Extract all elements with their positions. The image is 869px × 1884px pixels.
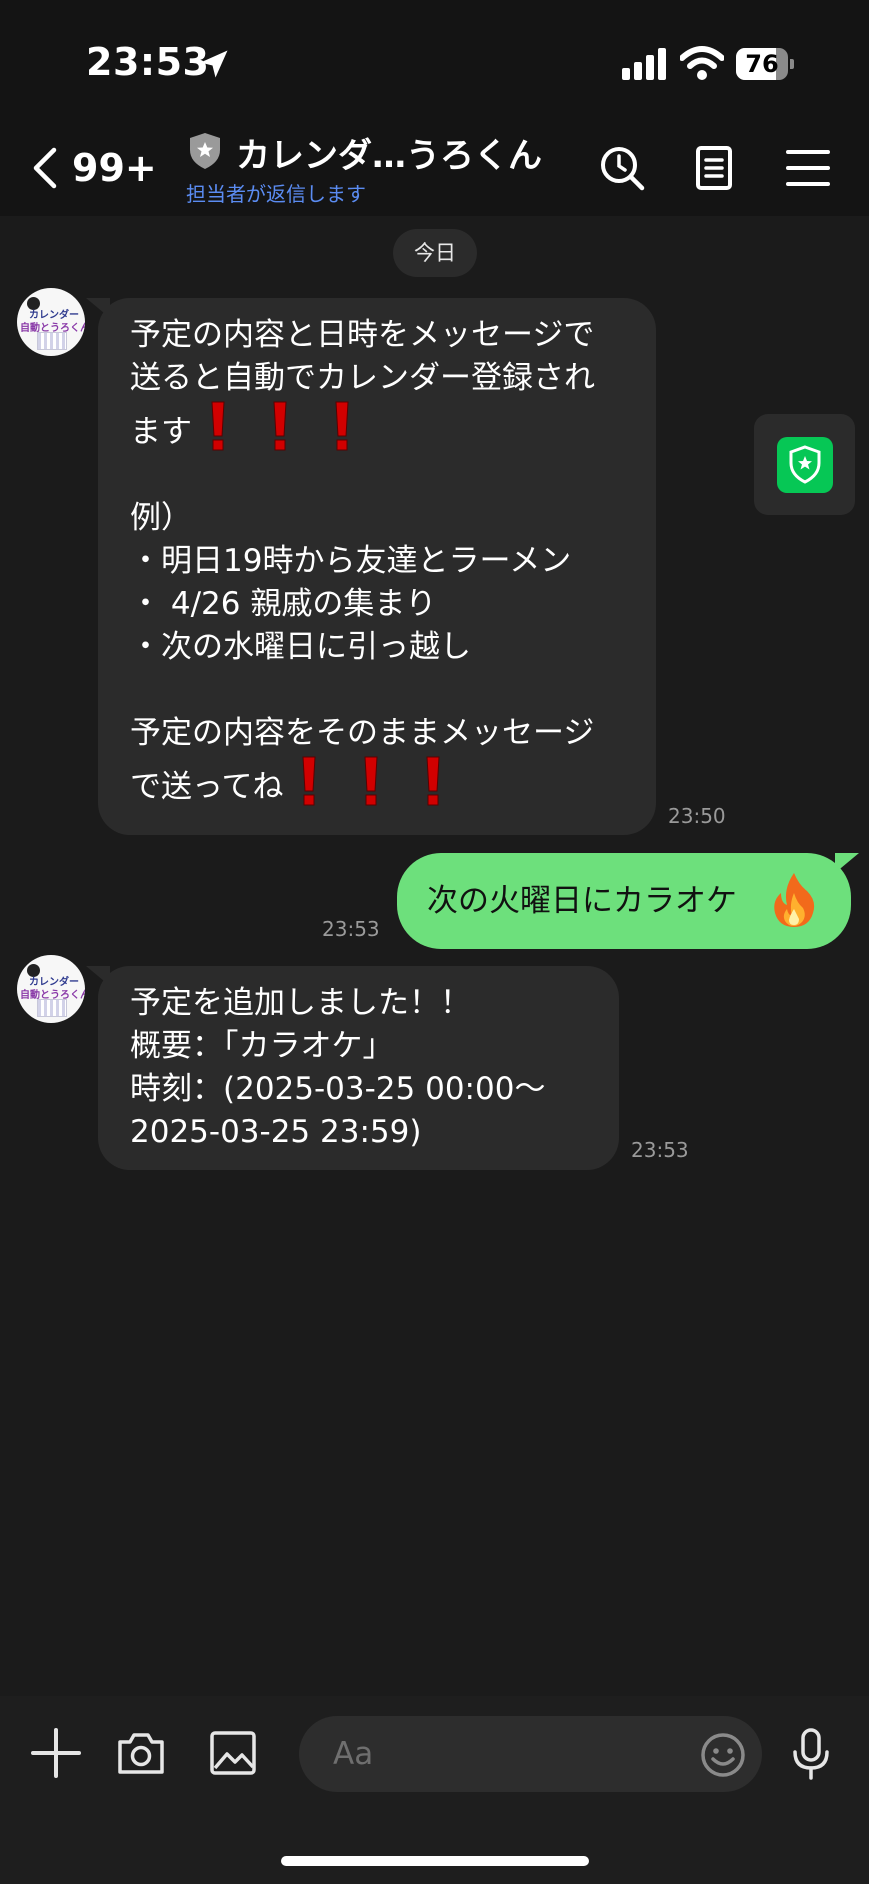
message-bubble-incoming[interactable]: 予定を追加しました！！ 概要：「カラオケ」 時刻：(2025-03-25 00:…: [86, 966, 619, 1170]
message-line: 例）: [130, 500, 192, 536]
message-timestamp: 23:53: [631, 1138, 689, 1162]
message-timestamp: 23:53: [322, 917, 380, 941]
official-shield-icon: [190, 133, 220, 169]
message-line: 予定の内容と日時をメッセージで: [130, 317, 595, 353]
image-icon[interactable]: [209, 1730, 257, 1776]
message-line: 2025-03-25 23:59): [130, 1114, 422, 1150]
message-line: ・明日19時から友達とラーメン: [130, 543, 572, 579]
exclamation-emoji-group: [283, 756, 469, 806]
fire-emoji-icon: [774, 873, 815, 927]
message-text: 次の火曜日にカラオケ: [427, 883, 737, 919]
plus-icon[interactable]: [31, 1728, 81, 1778]
message-line: ます: [130, 414, 192, 450]
battery-level: 76: [745, 50, 779, 78]
notes-icon[interactable]: [691, 144, 739, 192]
message-bubble-outgoing[interactable]: 次の火曜日にカラオケ: [397, 853, 859, 949]
message-timestamp: 23:50: [668, 804, 726, 828]
cellular-signal-icon: [622, 48, 666, 80]
message-bubble-incoming[interactable]: 予定の内容と日時をメッセージで 送ると自動でカレンダー登録され ます 例） ・明…: [86, 298, 656, 835]
message-line: 概要：「カラオケ」: [130, 1028, 394, 1064]
message-line: で送ってね: [130, 769, 284, 805]
microphone-icon[interactable]: [791, 1728, 831, 1780]
date-divider: 今日: [393, 229, 477, 277]
back-chevron-icon[interactable]: [28, 144, 64, 192]
message-line: 予定を追加しました！！: [130, 985, 471, 1021]
message-line: ・ 4/26 親戚の集まり: [130, 586, 437, 622]
camera-icon[interactable]: [116, 1730, 166, 1776]
home-indicator[interactable]: [281, 1856, 589, 1866]
bot-avatar[interactable]: カレンダー 自動とうろくん: [17, 955, 85, 1023]
chat-header: 99+ カレンダ…うろくん 担当者が返信します: [0, 120, 869, 216]
message-input[interactable]: [299, 1716, 762, 1792]
emoji-icon[interactable]: [700, 1732, 746, 1778]
status-time: 23:53: [86, 40, 210, 84]
battery-indicator: 76: [736, 48, 794, 80]
input-bar: [0, 1696, 869, 1884]
message-line: 送ると自動でカレンダー登録され: [130, 360, 595, 396]
message-line: ・次の水曜日に引っ越し: [130, 629, 471, 665]
chat-subtitle: 担当者が返信します: [186, 182, 366, 206]
exclamation-emoji-group: [192, 401, 378, 451]
message-line: 時刻：(2025-03-25 00:00～: [130, 1071, 546, 1107]
menu-icon[interactable]: [784, 144, 832, 192]
share-button[interactable]: [754, 414, 855, 515]
wifi-icon: [680, 46, 724, 80]
message-line: 予定の内容をそのままメッセージ: [130, 715, 595, 751]
shield-star-icon: [789, 445, 821, 484]
bot-avatar[interactable]: カレンダー 自動とうろくん: [17, 288, 85, 356]
unread-count[interactable]: 99+: [72, 146, 157, 190]
location-arrow-icon: [200, 50, 228, 78]
status-bar: 23:53 76: [0, 0, 869, 120]
chat-title[interactable]: カレンダ…うろくん: [236, 128, 542, 177]
search-history-icon[interactable]: [598, 144, 646, 192]
